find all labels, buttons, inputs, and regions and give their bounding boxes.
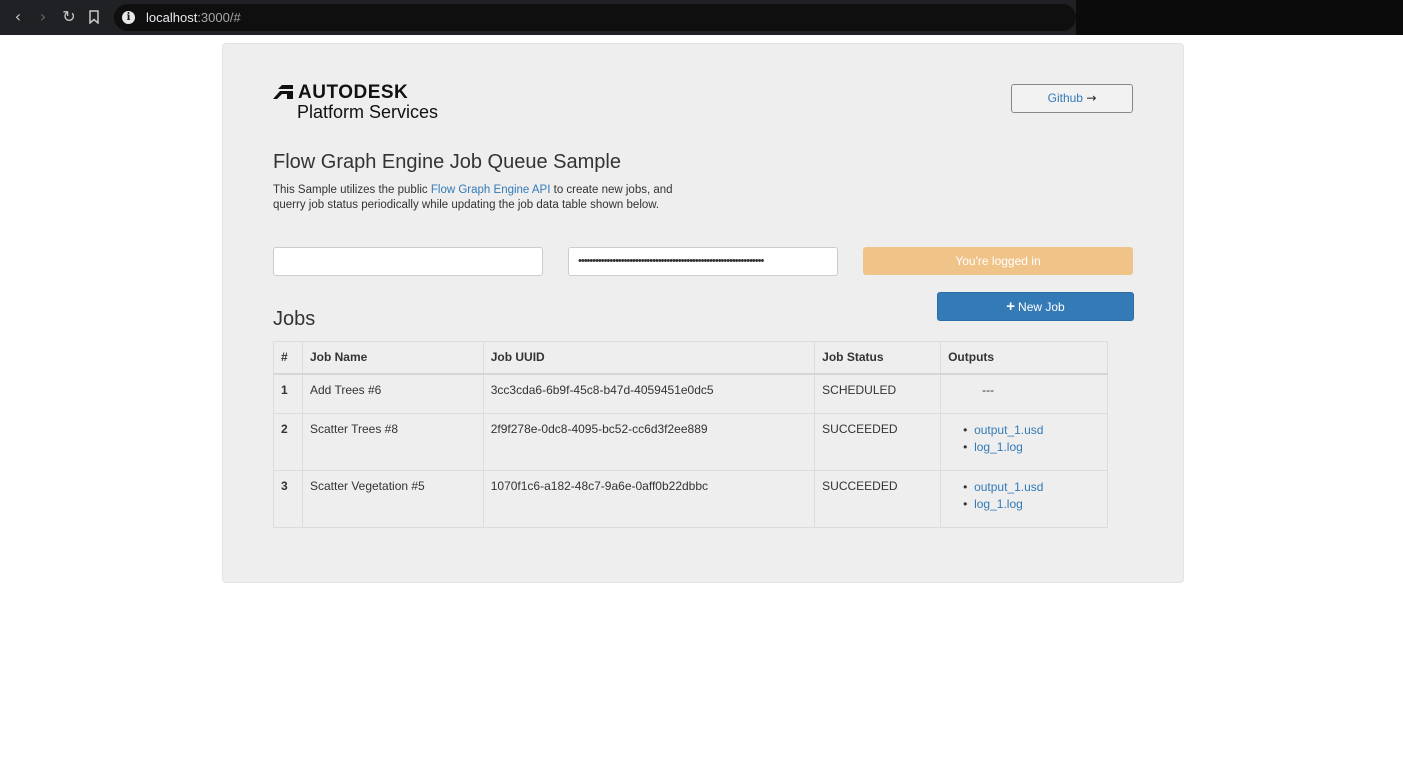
job-number: 2 [273,413,303,471]
new-job-button[interactable]: + New Job [937,292,1134,321]
chevron-right-icon[interactable]: › [32,6,54,28]
column-header: Outputs [940,341,1108,375]
column-header: Job Status [814,341,942,375]
logo-line1: AUTODESK [298,82,409,103]
job-number: 3 [273,470,303,528]
table-row: 1 Add Trees #6 3cc3cda6-6b9f-45c8-b47d-4… [273,373,1108,414]
login-button[interactable]: You're logged in [863,247,1133,275]
info-icon[interactable]: i [122,11,135,24]
column-header: Job UUID [482,341,816,375]
page-title: Flow Graph Engine Job Queue Sample [273,151,621,173]
no-outputs: --- [982,382,995,397]
job-name: Scatter Trees #8 [301,413,484,471]
new-job-label: New Job [1018,300,1065,314]
log-link[interactable]: log_1.log [974,497,1023,511]
github-button-label: Github [1047,91,1083,105]
output-link[interactable]: output_1.usd [974,480,1043,494]
job-outputs: output_1.usd log_1.log [940,470,1108,528]
job-status: SUCCEEDED [814,470,942,528]
job-status: SUCCEEDED [814,413,942,471]
table-header-row: # Job Name Job UUID Job Status Outputs [273,341,1108,375]
job-number: 1 [273,373,303,414]
log-link[interactable]: log_1.log [974,440,1023,454]
job-outputs: output_1.usd log_1.log [940,413,1108,471]
jobs-table: # Job Name Job UUID Job Status Outputs 1… [273,341,1108,528]
reload-icon[interactable]: ↻ [58,6,80,28]
main-panel: AUTODESK Platform Services Github → Flow… [222,43,1184,583]
page-description: This Sample utilizes the public Flow Gra… [273,184,673,211]
job-name: Scatter Vegetation #5 [301,470,484,528]
job-uuid: 1070f1c6-a182-48c7-9a6e-0aff0b22dbbc [482,470,816,528]
plus-icon: + [1006,298,1016,315]
github-button[interactable]: Github → [1011,84,1133,113]
job-name: Add Trees #6 [301,373,484,414]
job-uuid: 2f9f278e-0dc8-4095-bc52-cc6d3f2ee889 [482,413,816,471]
client-id-input[interactable] [273,247,543,276]
table-row: 3 Scatter Vegetation #5 1070f1c6-a182-48… [273,470,1108,528]
bookmark-icon[interactable] [83,6,105,28]
table-row: 2 Scatter Trees #8 2f9f278e-0dc8-4095-bc… [273,413,1108,471]
jobs-heading: Jobs [273,308,316,330]
chevron-left-icon[interactable]: ‹ [7,6,29,28]
url-text: localhost:3000/# [146,10,241,25]
arrow-right-icon: → [1086,91,1097,105]
output-link[interactable]: output_1.usd [974,423,1043,437]
api-link[interactable]: Flow Graph Engine API [431,184,551,196]
job-outputs: --- [940,373,1108,414]
address-bar[interactable]: i localhost:3000/# [114,4,1076,31]
client-secret-input[interactable]: ••••••••••••••••••••••••••••••••••••••••… [568,247,838,276]
logo-line2: Platform Services [297,102,439,122]
job-uuid: 3cc3cda6-6b9f-45c8-b47d-4059451e0dc5 [482,373,816,414]
browser-toolbar: ‹ › ↻ i localhost:3000/# [0,0,1403,35]
column-header: Job Name [301,341,484,375]
autodesk-mark-icon [273,85,293,99]
job-status: SCHEDULED [814,373,942,414]
column-header: # [273,341,303,375]
